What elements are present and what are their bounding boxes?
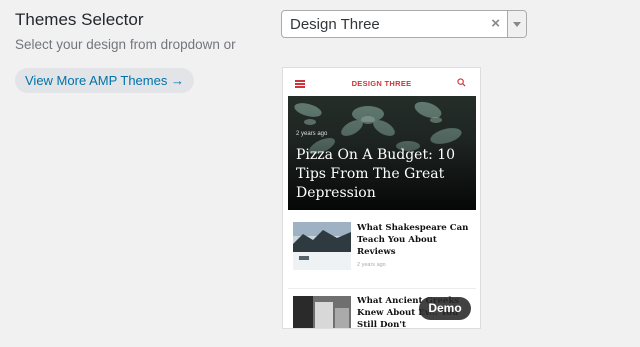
selected-theme-value: Design Three [290, 16, 380, 33]
theme-select-dropdown[interactable]: Design Three × [281, 10, 527, 38]
list-item: What Shakespeare Can Teach You About Rev… [288, 216, 476, 278]
hero-headline: Pizza On A Budget: 10 Tips From The Grea… [296, 147, 456, 201]
chevron-down-icon [513, 22, 521, 27]
section-title: Themes Selector [15, 10, 144, 29]
preview-header: DESIGN THREE [283, 68, 480, 96]
article-thumbnail [293, 296, 351, 328]
preview-site-title: DESIGN THREE [351, 79, 412, 88]
theme-preview[interactable]: DESIGN THREE 2 years ago Pizza On A Budg… [282, 67, 481, 329]
clear-selection-icon[interactable]: × [491, 15, 500, 32]
article-date: 2 years ago [357, 262, 386, 268]
view-more-themes-link[interactable]: View More AMP Themes → [15, 68, 194, 93]
hero-date: 2 years ago [296, 131, 328, 137]
article-thumbnail [293, 222, 351, 270]
section-description: Select your design from dropdown or [15, 37, 236, 52]
dropdown-toggle[interactable] [507, 11, 526, 37]
search-icon [457, 78, 466, 87]
hero-article: 2 years ago Pizza On A Budget: 10 Tips F… [288, 96, 476, 210]
demo-button[interactable]: Demo [419, 297, 471, 320]
article-title: What Shakespeare Can Teach You About Rev… [357, 223, 469, 257]
